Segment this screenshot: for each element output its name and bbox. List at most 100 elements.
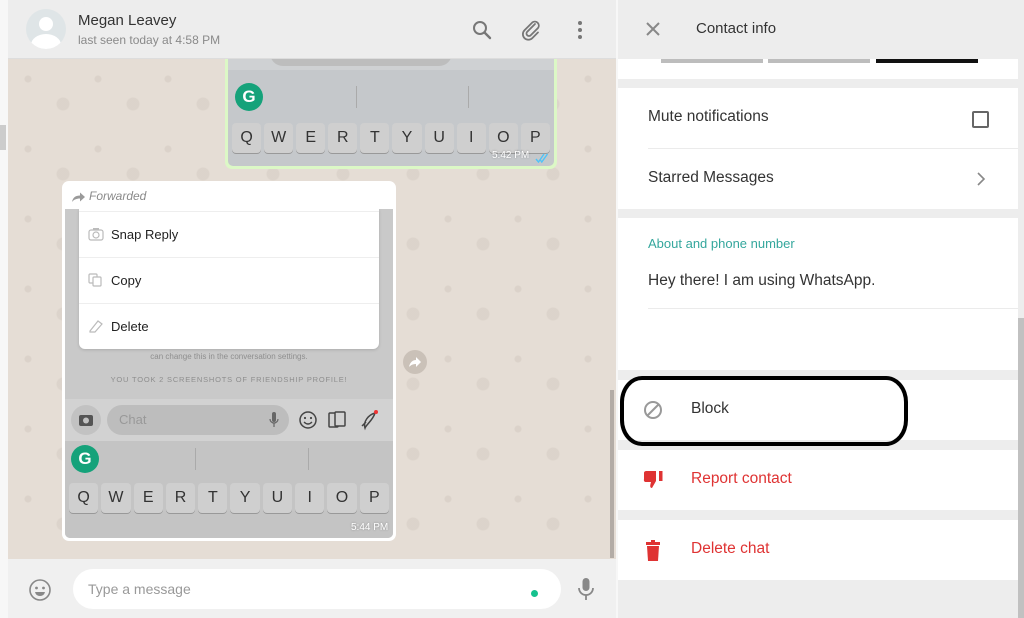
snap-chat-field: Chat	[270, 59, 452, 66]
key: U	[424, 123, 454, 153]
message-bubble-sent[interactable]: Chat G Q W E R T Y U I O P	[225, 59, 557, 169]
chevron-right-icon	[976, 171, 986, 192]
chat-header[interactable]: Megan Leavey last seen today at 4:58 PM	[8, 0, 616, 59]
chat-pane: Megan Leavey last seen today at 4:58 PM …	[8, 0, 616, 618]
key: U	[262, 483, 293, 513]
menu-icon[interactable]	[568, 18, 592, 42]
thumbs-down-icon	[643, 470, 665, 495]
emoji-icon	[29, 579, 51, 601]
chat-scrollbar[interactable]	[610, 390, 614, 558]
edge-mark	[0, 125, 6, 150]
key: O	[488, 123, 518, 153]
key: T	[360, 123, 390, 153]
message-time: 5:42 PM	[492, 150, 530, 161]
message-list[interactable]: Chat G Q W E R T Y U I O P	[8, 59, 616, 559]
message-bubble-received[interactable]: Forwarded Snap Reply Copy Delete can cha…	[62, 181, 396, 541]
suggestion-divider	[356, 86, 357, 108]
snap-chat-field: Chat	[107, 405, 289, 435]
forward-message-button[interactable]	[403, 350, 427, 374]
mute-checkbox[interactable]	[972, 111, 989, 128]
key: P	[359, 483, 389, 513]
key: Q	[69, 483, 99, 513]
keyboard-row: Q W E R T Y U I O P	[69, 483, 389, 513]
snap-camera-button	[71, 405, 101, 435]
keyboard-row: Q W E R T Y U I O P	[232, 123, 550, 153]
suggestion-divider	[195, 448, 196, 470]
settings-section: Mute notifications Starred Messages	[618, 88, 1018, 209]
snap-emoji-icon	[299, 411, 317, 429]
key: P	[520, 123, 550, 153]
search-icon[interactable]	[470, 18, 494, 42]
screenshot-image[interactable]: Chat G Q W E R T Y U I O P	[228, 59, 554, 166]
forwarded-text: Forwarded	[89, 189, 147, 203]
row-divider	[648, 308, 1018, 309]
panel-title: Contact info	[696, 20, 777, 37]
eraser-icon	[89, 320, 103, 333]
whatsapp-web-window: Megan Leavey last seen today at 4:58 PM …	[0, 0, 1024, 618]
copy-icon	[88, 273, 102, 287]
close-button[interactable]	[644, 20, 662, 43]
snap-menu-item-snap-reply: Snap Reply	[79, 211, 379, 257]
camera-icon	[88, 228, 104, 241]
media-thumbnail[interactable]	[768, 59, 870, 63]
about-heading: About and phone number	[648, 236, 795, 251]
grammarly-icon: G	[235, 83, 263, 111]
suggestion-divider	[468, 86, 469, 108]
forward-icon	[409, 357, 421, 367]
starred-messages-row[interactable]: Starred Messages	[618, 149, 1018, 209]
key: R	[328, 123, 358, 153]
mute-notifications-label: Mute notifications	[648, 108, 769, 125]
snap-context-menu: Snap Reply Copy Delete	[79, 209, 379, 349]
block-button[interactable]: Block	[618, 380, 1018, 440]
starred-messages-label: Starred Messages	[648, 169, 774, 186]
key: I	[295, 483, 325, 513]
trash-icon	[643, 540, 663, 567]
grammarly-status-dot[interactable]	[531, 590, 538, 597]
composer-bar	[8, 559, 616, 618]
snap-rocket-icon	[361, 410, 378, 431]
forward-arrow-icon	[72, 192, 85, 202]
key: I	[456, 123, 486, 153]
key: Q	[232, 123, 262, 153]
report-contact-button[interactable]: Report contact	[618, 450, 1018, 510]
snap-chat-bar: Chat	[228, 59, 554, 70]
message-time: 5:44 PM	[351, 522, 389, 533]
contact-info-header: Contact info	[618, 0, 1024, 59]
key: E	[133, 483, 163, 513]
delete-chat-label: Delete chat	[691, 540, 770, 557]
about-text: Hey there! I am using WhatsApp.	[648, 272, 876, 289]
key: E	[296, 123, 326, 153]
key: T	[198, 483, 228, 513]
media-thumbnails[interactable]	[618, 59, 1018, 79]
media-thumbnail[interactable]	[661, 59, 763, 63]
suggestion-divider	[308, 448, 309, 470]
snap-mic-icon	[269, 412, 279, 427]
emoji-button[interactable]	[28, 578, 52, 607]
attach-icon[interactable]	[519, 18, 543, 42]
key: Y	[230, 483, 260, 513]
left-edge-strip	[0, 0, 8, 618]
contact-info-panel: Contact info Mute notifications Starred …	[618, 0, 1024, 618]
delete-chat-button[interactable]: Delete chat	[618, 520, 1018, 580]
contact-name[interactable]: Megan Leavey	[78, 12, 176, 29]
read-receipt-icon	[535, 150, 549, 166]
panel-scrollbar[interactable]	[1018, 318, 1024, 618]
avatar[interactable]	[26, 9, 66, 49]
grammarly-icon: G	[71, 445, 99, 473]
report-contact-label: Report contact	[691, 470, 792, 487]
key: R	[165, 483, 196, 513]
snap-settings-note: can change this in the conversation sett…	[150, 352, 308, 361]
screenshot-image[interactable]: Snap Reply Copy Delete can change this i…	[65, 209, 393, 538]
voice-message-button[interactable]	[576, 577, 596, 606]
snap-cards-icon	[328, 411, 346, 428]
message-input[interactable]	[73, 569, 561, 609]
last-seen-status: last seen today at 4:58 PM	[78, 33, 221, 47]
key: Y	[392, 123, 422, 153]
block-label: Block	[691, 400, 729, 417]
mute-notifications-row[interactable]: Mute notifications	[618, 88, 1018, 148]
microphone-icon	[578, 578, 594, 600]
snap-chat-bar: Chat	[65, 399, 393, 441]
key: O	[327, 483, 357, 513]
about-section: About and phone number Hey there! I am u…	[618, 218, 1018, 370]
media-thumbnail[interactable]	[876, 59, 978, 63]
